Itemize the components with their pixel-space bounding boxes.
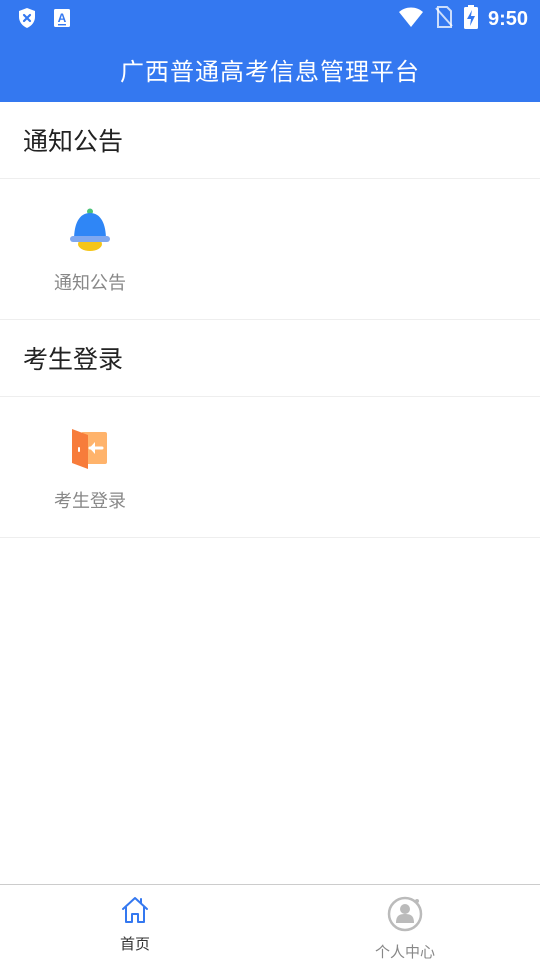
main-content: 通知公告 通知公告 考生登录 考生登录	[0, 102, 540, 538]
app-bar: 广西普通高考信息管理平台	[0, 36, 540, 102]
bottom-tab-bar: 首页 个人中心	[0, 884, 540, 960]
section-title: 通知公告	[23, 127, 124, 156]
login-tile[interactable]: 考生登录	[40, 425, 140, 515]
door-login-icon	[68, 425, 112, 473]
svg-text:A: A	[58, 11, 67, 25]
section-title: 考生登录	[23, 345, 124, 374]
bell-icon	[68, 207, 112, 255]
section-header-notice: 通知公告	[0, 102, 540, 179]
status-time: 9:50	[487, 7, 528, 30]
tab-label: 首页	[119, 935, 150, 953]
status-bar: A 9:50	[0, 0, 540, 36]
section-body-notice: 通知公告	[0, 179, 540, 320]
notice-tile[interactable]: 通知公告	[40, 207, 140, 297]
section-header-login: 考生登录	[0, 320, 540, 397]
wifi-icon	[398, 6, 424, 32]
text-a-icon: A	[52, 7, 72, 33]
battery-charging-icon	[463, 5, 478, 33]
no-sim-icon	[434, 5, 454, 33]
tab-profile[interactable]: 个人中心	[270, 885, 540, 960]
app-title: 广西普通高考信息管理平台	[120, 57, 420, 86]
tab-label: 个人中心	[374, 943, 435, 960]
tab-home[interactable]: 首页	[0, 885, 270, 960]
tile-label: 考生登录	[54, 491, 126, 512]
home-icon	[120, 895, 150, 929]
shield-x-icon	[16, 7, 38, 33]
profile-icon	[386, 895, 424, 937]
section-body-login: 考生登录	[0, 397, 540, 538]
tile-label: 通知公告	[54, 273, 126, 294]
